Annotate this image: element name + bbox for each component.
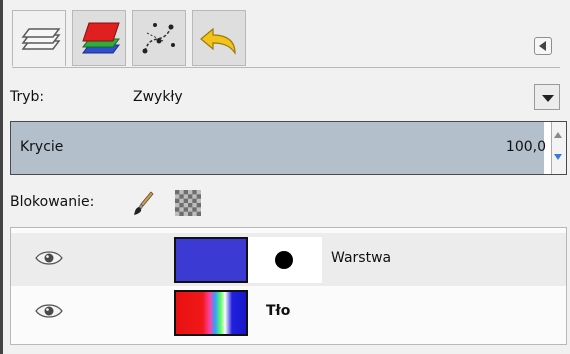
mode-dropdown-button[interactable] [534, 84, 560, 110]
lock-alpha-checker-icon[interactable] [175, 190, 201, 216]
lock-pixels-brush-icon[interactable] [133, 190, 155, 216]
panel-left-edge [0, 0, 3, 354]
dock-tab-strip [12, 10, 560, 68]
layer-row[interactable]: Tło [11, 286, 566, 339]
lock-row: Blokowanie: [0, 186, 570, 220]
opacity-spinner[interactable] [551, 122, 566, 174]
chevron-left-icon [539, 41, 546, 51]
tab-undo-history[interactable] [192, 10, 246, 66]
tab-paths[interactable] [132, 10, 186, 66]
tab-strip-divider [12, 67, 560, 68]
spin-up-icon[interactable] [554, 132, 562, 138]
layer-thumbnail[interactable] [174, 290, 248, 336]
layers-list: Warstwa Tło [10, 227, 567, 345]
opacity-spin-scale[interactable]: Krycie 100,0 [10, 121, 567, 175]
layer-name[interactable]: Warstwa [331, 250, 391, 266]
paths-icon [142, 23, 175, 54]
layer-row[interactable]: Warstwa [11, 233, 566, 286]
visibility-eye-icon[interactable] [35, 249, 63, 267]
mode-row: Tryb: Zwykły [0, 80, 570, 114]
layer-name[interactable]: Tło [266, 303, 290, 319]
mode-select-value[interactable]: Zwykły [133, 89, 183, 105]
spin-down-icon[interactable] [554, 154, 562, 160]
layer-thumbnail[interactable] [174, 237, 248, 283]
layer-mask-thumbnail[interactable] [248, 237, 322, 283]
tab-channels[interactable] [72, 10, 126, 66]
opacity-value[interactable]: 100,0 [506, 139, 546, 155]
channels-icon [82, 22, 120, 54]
undo-icon [200, 27, 236, 55]
lock-label: Blokowanie: [10, 194, 95, 210]
mask-dot [275, 251, 293, 269]
mode-label: Tryb: [10, 89, 45, 105]
tab-layers[interactable] [12, 10, 66, 66]
tab-menu-button[interactable] [534, 37, 552, 55]
visibility-eye-icon[interactable] [35, 302, 63, 320]
chevron-down-icon [542, 95, 554, 102]
opacity-label: Krycie [20, 139, 64, 155]
layers-icon [21, 28, 61, 50]
opacity-fill [11, 122, 544, 174]
